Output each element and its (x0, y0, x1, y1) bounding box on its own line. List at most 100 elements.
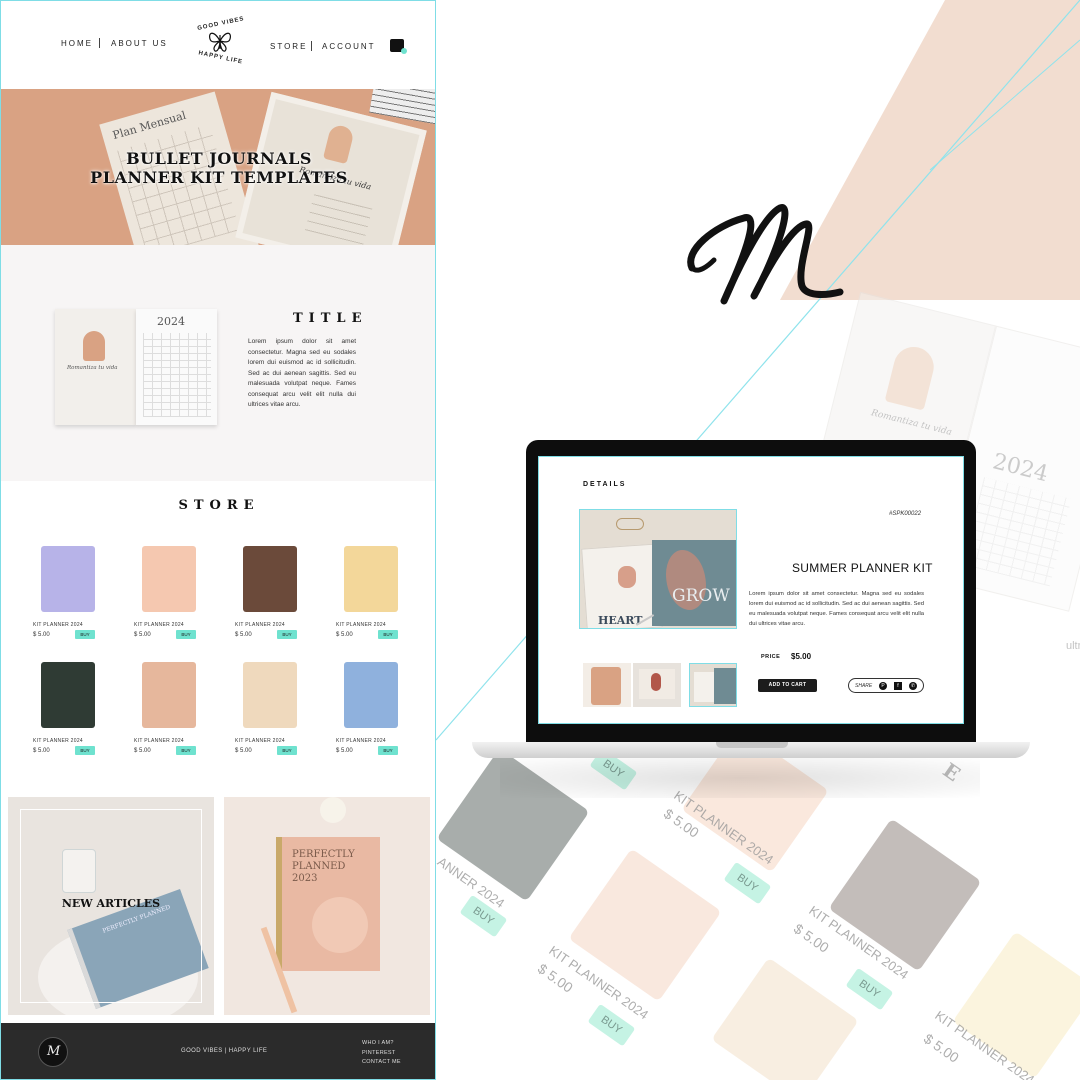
article-image-card[interactable]: PERFECTLY PLANNED 2023 (224, 797, 430, 1015)
background-product-card (711, 957, 859, 1080)
website-page-mockup: HOME ABOUT US GOOD VIBES HAPPY LIFE STOR… (0, 0, 436, 1080)
hero-banner: Plan Mensual Romantiza tu vida BULLET JO… (1, 89, 435, 245)
product-thumbnail-selected[interactable] (689, 663, 737, 707)
share-label: SHARE (855, 683, 873, 689)
buy-button[interactable]: BUY (378, 746, 398, 755)
product-image[interactable] (41, 662, 95, 728)
nav-home-link[interactable]: HOME (61, 39, 93, 48)
buy-button[interactable]: BUY (277, 746, 297, 755)
footer-logo[interactable]: M (38, 1037, 68, 1067)
planner-title-line-2: PLANNED (292, 861, 346, 872)
product-card[interactable]: KIT PLANNER 2024 $ 5.00 BUY (235, 546, 327, 656)
footer-link-contact[interactable]: CONTACT ME (362, 1058, 401, 1068)
about-title: TITLE (293, 311, 368, 326)
product-card[interactable]: KIT PLANNER 2024 $ 5.00 BUY (33, 546, 125, 656)
buy-button[interactable]: BUY (176, 746, 196, 755)
book-caption: Romantiza tu vida (67, 365, 118, 371)
product-price: $ 5.00 (336, 748, 353, 754)
footer-logo-mark: M (47, 1044, 61, 1059)
article-flower (320, 797, 346, 823)
product-card[interactable]: KIT PLANNER 2024 $ 5.00 BUY (33, 662, 125, 772)
buy-button[interactable]: BUY (75, 746, 95, 755)
price-label: PRICE (761, 654, 781, 660)
product-name: KIT PLANNER 2024 (33, 738, 84, 744)
details-heading: DETAILS (583, 481, 627, 488)
product-image[interactable] (243, 546, 297, 612)
planner-title-line-1: PERFECTLY (292, 849, 355, 860)
background-product-card (828, 818, 982, 972)
price-value: $5.00 (791, 652, 812, 661)
background-product-card (952, 931, 1080, 1079)
top-navigation: HOME ABOUT US GOOD VIBES HAPPY LIFE STOR… (1, 1, 435, 89)
signature-logo (687, 204, 844, 305)
laptop-shadow (500, 758, 980, 798)
book-year: 2024 (157, 315, 185, 328)
product-sku: #SPK00022 (889, 511, 922, 517)
logo-bottom-text: HAPPY LIFE (197, 50, 244, 66)
product-price: $ 5.00 (33, 748, 50, 754)
product-image[interactable] (142, 546, 196, 612)
product-price: $ 5.00 (134, 632, 151, 638)
buy-button[interactable]: BUY (378, 630, 398, 639)
product-name: KIT PLANNER 2024 (134, 622, 185, 628)
product-image[interactable] (243, 662, 297, 728)
planner-book-image: Romantiza tu vida 2024 (55, 309, 217, 425)
pinterest-icon[interactable]: P (879, 682, 887, 690)
nav-account-link[interactable]: ACCOUNT (322, 42, 376, 51)
product-name: KIT PLANNER 2024 (235, 622, 286, 628)
laptop-notch (716, 742, 788, 748)
brand-logo[interactable]: GOOD VIBES HAPPY LIFE (193, 16, 247, 71)
product-card[interactable]: KIT PLANNER 2024 $ 5.00 BUY (336, 546, 428, 656)
site-footer: M GOOD VIBES | HAPPY LIFE WHO I AM? PINT… (1, 1023, 435, 1079)
product-price: $ 5.00 (336, 632, 353, 638)
hero-title-line-2: PLANNER KIT TEMPLATES (90, 168, 348, 187)
about-section: Romantiza tu vida 2024 TITLE Lorem ipsum… (1, 245, 435, 481)
product-thumbnail[interactable] (633, 663, 681, 707)
product-image[interactable] (142, 662, 196, 728)
product-card[interactable]: KIT PLANNER 2024 $ 5.00 BUY (336, 662, 428, 772)
product-name: KIT PLANNER 2024 (33, 622, 84, 628)
add-to-cart-button[interactable]: ADD TO CART (758, 679, 817, 692)
about-body-text: Lorem ipsum dolor sit amet consectetur. … (248, 338, 356, 408)
nav-about-link[interactable]: ABOUT US (111, 39, 168, 48)
footer-link-pinterest[interactable]: PINTEREST (362, 1049, 401, 1059)
nav-store-link[interactable]: STORE (270, 42, 307, 51)
product-price: $ 5.00 (33, 632, 50, 638)
product-title: SUMMER PLANNER KIT (792, 561, 933, 575)
product-image[interactable] (344, 546, 398, 612)
product-name: KIT PLANNER 2024 (235, 738, 286, 744)
background-buy-button: BUY (845, 967, 894, 1011)
buy-button[interactable]: BUY (277, 630, 297, 639)
product-name: KIT PLANNER 2024 (336, 622, 387, 628)
article-planner: PERFECTLY PLANNED 2023 (276, 837, 380, 971)
nav-divider (99, 38, 100, 48)
buy-button[interactable]: BUY (176, 630, 196, 639)
product-card[interactable]: KIT PLANNER 2024 $ 5.00 BUY (134, 546, 226, 656)
product-image[interactable] (344, 662, 398, 728)
footer-brand: GOOD VIBES | HAPPY LIFE (181, 1048, 268, 1054)
product-price: $ 5.00 (235, 632, 252, 638)
new-articles-card[interactable]: PERFECTLY PLANNED NEW ARTICLES (8, 797, 214, 1015)
store-title: STORE (178, 498, 260, 513)
new-articles-title: NEW ARTICLES (61, 897, 161, 910)
planner-year: 2023 (292, 873, 318, 884)
footer-link-who-i-am[interactable]: WHO I AM? (362, 1039, 401, 1049)
buy-button[interactable]: BUY (75, 630, 95, 639)
image-word-grow: GROW (672, 586, 730, 606)
product-thumbnail[interactable] (583, 663, 631, 707)
product-name: KIT PLANNER 2024 (336, 738, 387, 744)
hero-title-line-1: BULLET JOURNALS (126, 149, 312, 168)
product-card[interactable]: KIT PLANNER 2024 $ 5.00 BUY (235, 662, 327, 772)
product-card[interactable]: KIT PLANNER 2024 $ 5.00 BUY (134, 662, 226, 772)
nav-divider (311, 41, 312, 51)
facebook-icon[interactable]: f (894, 682, 902, 690)
whatsapp-icon[interactable]: ✆ (909, 682, 917, 690)
product-detail-screen: DETAILS #SPK00022 GROW HEART SUMMER PLAN… (538, 456, 964, 724)
background-edge-text: ultri (1066, 640, 1080, 652)
product-description: Lorem ipsum dolor sit amet consectetur. … (749, 591, 924, 627)
product-main-image[interactable]: GROW HEART (579, 509, 737, 629)
product-price: $ 5.00 (134, 748, 151, 754)
footer-links: WHO I AM? PINTEREST CONTACT ME (362, 1039, 401, 1068)
share-bar: SHARE P f ✆ (848, 678, 924, 693)
product-image[interactable] (41, 546, 95, 612)
